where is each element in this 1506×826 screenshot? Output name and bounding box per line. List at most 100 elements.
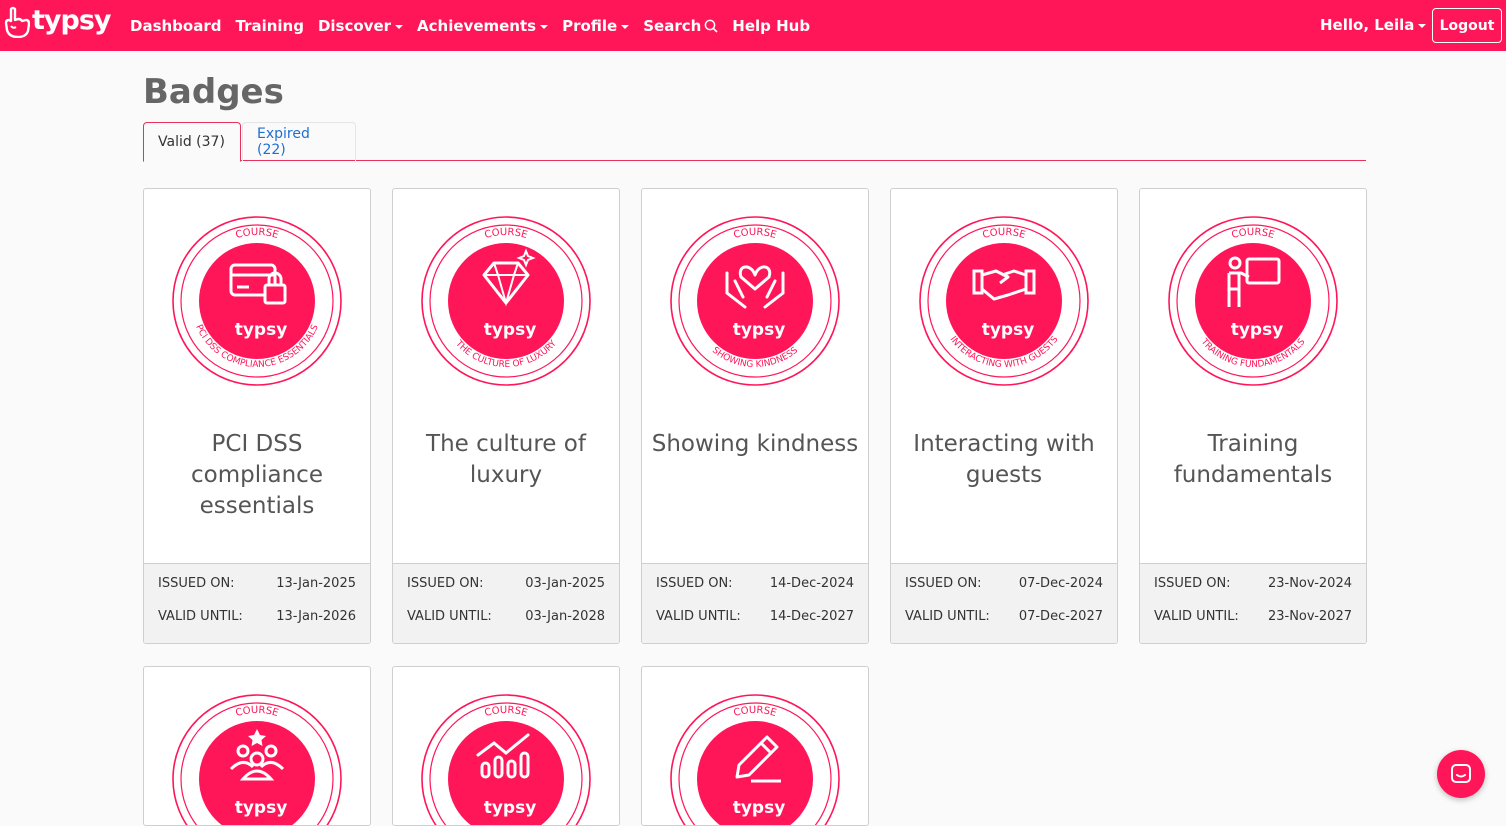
badge-title: Training fundamentals [1173,431,1333,488]
nav-discover[interactable]: Discover [317,16,404,35]
badge-disc [199,243,315,359]
badge-card[interactable]: COURSE AD ... LS typsy [392,666,620,826]
tab-expired[interactable]: Expired (22) [242,122,356,161]
chat-launcher-button[interactable] [1437,750,1485,798]
nav-search[interactable]: Search [643,17,718,35]
badge-card[interactable]: COURSE WRITING ... NESSES typsy [641,666,869,826]
page-title: Badges [143,72,284,112]
nav-help-hub-label: Help Hub [732,16,811,35]
badge-dates: ISSUED ON: 23-Nov-2024 VALID UNTIL: 23-Nov… [1140,563,1366,643]
badge-title: The culture of luxury [426,431,586,488]
valid-until-date: 13-Jan-2026 [276,609,356,624]
issued-row: ISSUED ON: 03-Jan-2025 [407,576,605,591]
nav-dashboard[interactable]: Dashboard [130,17,221,35]
badge-brand-wordmark: typsy [235,798,288,818]
badge-disc [946,243,1062,359]
badge-dates: ISSUED ON: 13-Jan-2025 VALID UNTIL: 13-Jan… [144,563,370,643]
course-badge-emblem: COURSE AD ... LS typsy [421,694,591,825]
course-badge-emblem: COURSE TRAINING FUNDAMENTALS typsy [1168,216,1338,386]
nav-profile[interactable]: Profile [562,16,630,35]
issued-row: ISSUED ON: 13-Jan-2025 [158,576,356,591]
valid-row: VALID UNTIL: 13-Jan-2026 [158,609,356,624]
valid-label: VALID UNTIL: [1154,609,1239,624]
valid-row: VALID UNTIL: 23-Nov-2027 [1154,609,1352,624]
hand-logo-icon [4,6,30,38]
badge-brand-wordmark: typsy [235,320,288,340]
issued-date: 13-Jan-2025 [276,576,356,591]
course-badge-emblem: COURSE INT ... HIP typsy [172,694,342,825]
valid-row: VALID UNTIL: 14-Dec-2027 [656,609,854,624]
badge-brand-wordmark: typsy [733,798,786,818]
issued-label: ISSUED ON: [905,576,982,591]
course-badge-emblem: COURSE PCI DSS COMPLIANCE ESSENTIALS typ… [172,216,342,386]
issued-date: 14-Dec-2024 [769,576,854,591]
badge-dates: ISSUED ON: 03-Jan-2025 VALID UNTIL: 03-Jan… [393,563,619,643]
badge-card[interactable]: COURSE INTERACTING WITH GUESTS typsy Int… [890,188,1118,644]
badge-card[interactable]: COURSE SHOWING KINDNESS typsy Showing ki… [641,188,869,644]
nav-help-hub[interactable]: Help Hub [732,17,810,35]
user-menu[interactable]: Hello, Leila [1320,16,1427,34]
badge-dates: ISSUED ON: 07-Dec-2024 VALID UNTIL: 07-Dec… [891,563,1117,643]
issued-label: ISSUED ON: [656,576,733,591]
nav-profile-label: Profile [562,16,618,35]
search-icon [704,19,718,33]
badge-brand-wordmark: typsy [982,320,1035,340]
badge-title: Interacting with guests [913,431,1095,488]
badge-disc [697,243,813,359]
valid-row: VALID UNTIL: 07-Dec-2027 [905,609,1103,624]
badge-card[interactable]: COURSE INT ... HIP typsy [143,666,371,826]
course-badge-emblem: COURSE SHOWING KINDNESS typsy [670,216,840,386]
valid-label: VALID UNTIL: [407,609,492,624]
valid-until-date: 14-Dec-2027 [769,609,854,624]
badge-tabs: Valid (37) Expired (22) [143,122,1366,162]
badge-brand-wordmark: typsy [484,320,537,340]
nav-training-label: Training [235,16,304,35]
valid-until-date: 03-Jan-2028 [525,609,605,624]
user-greeting: Hello, Leila [1320,16,1415,34]
course-badge-emblem: COURSE WRITING ... NESSES typsy [670,694,840,825]
issued-row: ISSUED ON: 23-Nov-2024 [1154,576,1352,591]
valid-until-date: 07-Dec-2027 [1018,609,1103,624]
nav-achievements-label: Achievements [417,16,537,35]
badge-card[interactable]: COURSE TRAINING FUNDAMENTALS typsy Train… [1139,188,1367,644]
nav-search-label: Search [643,16,702,35]
issued-date: 03-Jan-2025 [525,576,605,591]
caret-down-icon [1418,24,1427,28]
badge-title: Showing kindness [651,431,859,457]
main-menu: Dashboard Training Discover Achievements… [130,0,824,51]
tab-valid[interactable]: Valid (37) [143,122,241,162]
chat-icon [1451,764,1471,783]
logout-button[interactable]: Logout [1432,8,1502,43]
issued-date: 23-Nov-2024 [1267,576,1352,591]
caret-down-icon [395,24,404,29]
caret-down-icon [540,24,549,29]
top-navbar: typsy Dashboard Training Discover Achiev… [0,0,1506,51]
issued-row: ISSUED ON: 14-Dec-2024 [656,576,854,591]
badge-dates: ISSUED ON: 14-Dec-2024 VALID UNTIL: 14-Dec… [642,563,868,643]
nav-training[interactable]: Training [235,17,303,35]
issued-row: ISSUED ON: 07-Dec-2024 [905,576,1103,591]
badge-brand-wordmark: typsy [733,320,786,340]
nav-achievements[interactable]: Achievements [417,16,549,35]
nav-discover-label: Discover [317,16,392,35]
badge-title: PCI DSS compliance essentials [191,431,323,519]
badge-brand-wordmark: typsy [484,798,537,818]
course-badge-emblem: COURSE THE CULTURE OF LUXURY typsy [421,216,591,386]
course-badge-emblem: COURSE INTERACTING WITH GUESTS typsy [919,216,1089,386]
badge-card[interactable]: COURSE PCI DSS COMPLIANCE ESSENTIALS typ… [143,188,371,644]
nav-dashboard-label: Dashboard [130,16,222,35]
valid-label: VALID UNTIL: [158,609,243,624]
logo-wordmark: typsy [32,4,112,36]
badge-card[interactable]: COURSE THE CULTURE OF LUXURY typsy The c… [392,188,620,644]
issued-label: ISSUED ON: [158,576,235,591]
caret-down-icon [621,24,630,29]
valid-label: VALID UNTIL: [656,609,741,624]
issued-label: ISSUED ON: [1154,576,1231,591]
valid-row: VALID UNTIL: 03-Jan-2028 [407,609,605,624]
badge-brand-wordmark: typsy [1231,320,1284,340]
valid-until-date: 23-Nov-2027 [1267,609,1352,624]
issued-date: 07-Dec-2024 [1018,576,1103,591]
valid-label: VALID UNTIL: [905,609,990,624]
typsy-logo[interactable]: typsy [4,4,112,38]
issued-label: ISSUED ON: [407,576,484,591]
